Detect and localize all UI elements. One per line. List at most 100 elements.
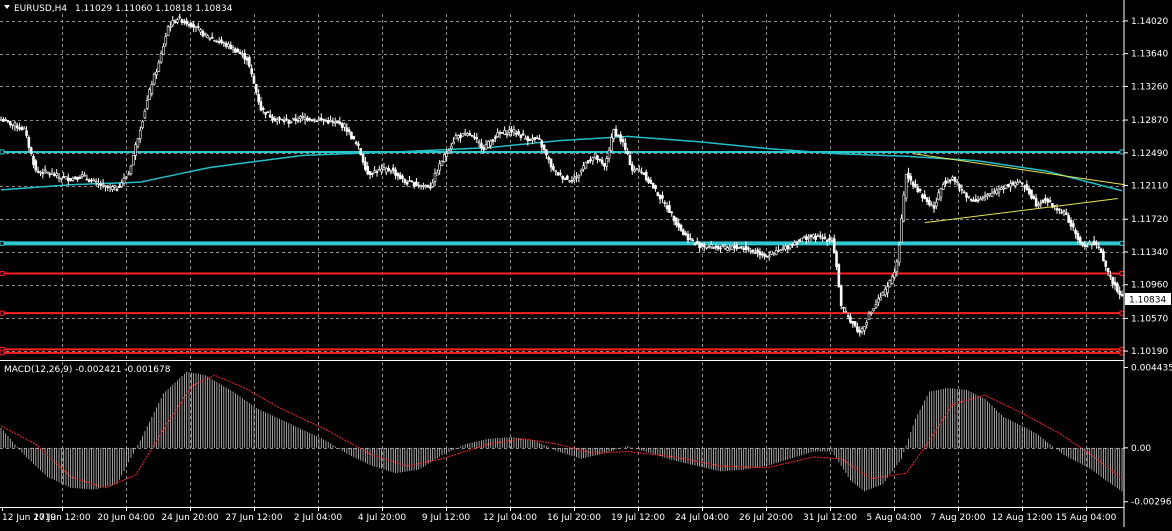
candle-body bbox=[264, 111, 267, 115]
candle-body bbox=[642, 172, 646, 176]
candle-body bbox=[953, 176, 957, 182]
chart-header: EURUSD,H4 1.11029 1.11060 1.10818 1.1083… bbox=[4, 4, 233, 14]
candle-body bbox=[858, 330, 862, 333]
candle-body bbox=[442, 154, 446, 163]
candle-body bbox=[13, 122, 17, 127]
candle-body bbox=[366, 166, 370, 175]
candle-body bbox=[255, 84, 258, 93]
candle-body bbox=[48, 173, 52, 176]
candle-body bbox=[46, 171, 49, 174]
candle-body bbox=[568, 180, 571, 183]
price-chart-svg[interactable]: 1.14020 1.13640 1.13260 1.12870 1.12490 1.121… bbox=[0, 0, 1172, 527]
candle-body bbox=[1016, 181, 1019, 185]
candle-body bbox=[238, 51, 242, 54]
time-tick-label: 2 Jul 04:00 bbox=[294, 513, 343, 523]
candle-body bbox=[92, 179, 96, 182]
candle-body bbox=[691, 239, 694, 242]
candle-body bbox=[412, 181, 416, 187]
candle-body bbox=[148, 89, 151, 100]
candle-body bbox=[788, 244, 792, 249]
candle-body bbox=[375, 171, 379, 173]
time-tick-label: 12 Jul 04:00 bbox=[483, 513, 537, 523]
candle-body bbox=[997, 189, 1001, 193]
candle-body bbox=[245, 57, 249, 61]
candle-body bbox=[617, 134, 620, 137]
candle-body bbox=[695, 241, 699, 244]
candle-body bbox=[972, 200, 975, 202]
candle-body bbox=[886, 286, 889, 293]
candle-body bbox=[422, 185, 425, 187]
candle-body bbox=[340, 123, 344, 128]
candle-body bbox=[795, 241, 799, 245]
time-tick-label: 9 Jul 12:00 bbox=[422, 513, 471, 523]
candle-body bbox=[1104, 260, 1108, 267]
candle-body bbox=[689, 237, 692, 240]
candle-body bbox=[292, 117, 295, 120]
candle-body bbox=[484, 144, 488, 150]
candle-body bbox=[203, 32, 207, 35]
candle-body bbox=[243, 53, 246, 60]
candle-body bbox=[1095, 243, 1098, 245]
candle-body bbox=[902, 194, 906, 222]
candle-body bbox=[1046, 198, 1050, 203]
candle-body bbox=[728, 246, 732, 250]
candle-body bbox=[967, 195, 971, 198]
chart-window[interactable]: 1.14020 1.13640 1.13260 1.12870 1.12490 1.121… bbox=[0, 0, 1172, 527]
candle-body bbox=[470, 135, 474, 137]
macd-label: MACD(12,26,9) -0.002421 -0.001678 bbox=[4, 365, 171, 375]
candle-body bbox=[979, 198, 982, 201]
candle-body bbox=[1004, 184, 1008, 189]
candle-body bbox=[73, 176, 77, 179]
candle-body bbox=[540, 140, 544, 148]
candle-body bbox=[830, 240, 834, 243]
candle-body bbox=[6, 120, 10, 122]
candle-body bbox=[561, 175, 564, 180]
candle-body bbox=[333, 121, 337, 124]
candle-body bbox=[210, 37, 214, 39]
candle-body bbox=[438, 163, 441, 171]
candle-body bbox=[85, 178, 89, 181]
candle-body bbox=[969, 198, 973, 201]
candle-body bbox=[714, 246, 718, 248]
candle-body bbox=[786, 245, 790, 250]
candle-body bbox=[621, 139, 625, 143]
candle-body bbox=[319, 117, 323, 120]
candle-body bbox=[960, 188, 964, 191]
candle-body bbox=[721, 245, 725, 247]
candle-body bbox=[598, 158, 602, 161]
candle-body bbox=[1055, 208, 1059, 211]
candle-body bbox=[373, 170, 376, 173]
time-tick-label: 5 Aug 04:00 bbox=[867, 513, 922, 523]
candle-body bbox=[324, 120, 328, 123]
candle-body bbox=[753, 252, 757, 254]
candle-body bbox=[816, 235, 820, 237]
price-tick-label: 1.11340 bbox=[1131, 248, 1168, 258]
candle-body bbox=[675, 217, 678, 226]
candle-body bbox=[357, 143, 360, 146]
candle-body bbox=[289, 121, 293, 124]
candle-body bbox=[391, 167, 395, 171]
candle-body bbox=[157, 62, 161, 72]
candle-body bbox=[628, 155, 632, 166]
candle-body bbox=[71, 177, 75, 181]
candle-body bbox=[549, 158, 553, 168]
candle-body bbox=[607, 149, 611, 159]
candle-body bbox=[101, 183, 105, 186]
candle-body bbox=[1111, 277, 1115, 285]
candle-body bbox=[178, 16, 182, 19]
candle-body bbox=[398, 174, 402, 180]
candle-body bbox=[1062, 210, 1066, 212]
candle-body bbox=[517, 130, 520, 135]
candle-body bbox=[408, 180, 411, 182]
candle-body bbox=[911, 181, 915, 186]
candle-body bbox=[900, 218, 903, 243]
candle-body bbox=[155, 71, 158, 76]
candle-body bbox=[224, 43, 228, 47]
candle-body bbox=[693, 243, 697, 245]
candle-body bbox=[152, 73, 156, 85]
candle-body bbox=[626, 150, 629, 155]
candle-body bbox=[1081, 242, 1084, 246]
level-handle-icon bbox=[0, 240, 5, 246]
candle-body bbox=[656, 192, 660, 196]
candle-body bbox=[447, 150, 451, 154]
